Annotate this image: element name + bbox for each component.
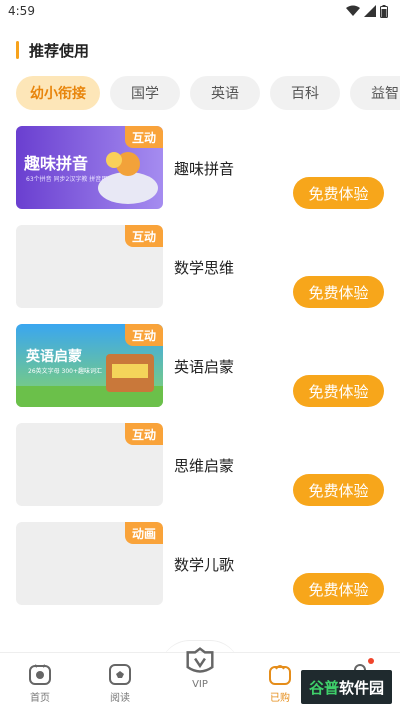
course-badge: 互动 [124,225,163,247]
section-header: 推荐使用 [0,36,400,64]
watermark: 谷普 软件园 [300,670,392,704]
course-name: 数学儿歌 [174,556,235,574]
status-bar: 4:59 [0,0,400,22]
section-title: 推荐使用 [29,41,90,60]
thumb-subtitle: 26英文字母 300+趣味词汇 [28,368,103,375]
course-badge: 互动 [124,324,163,346]
course-thumbnail[interactable]: 动画 [16,522,163,605]
nav-label: 已购 [270,693,290,704]
nav-label: 首页 [30,693,50,704]
tab-baike[interactable]: 百科 [270,76,340,110]
course-thumbnail[interactable]: 互动 [16,225,163,308]
course-item[interactable]: 互动 思维启蒙 免费体验 [0,421,400,520]
category-tabs: 幼小衔接 国学 英语 百科 益智 [0,76,400,112]
course-list: 趣味拼音 63个拼音 同步2汉字教 拼音用 互动 趣味拼音 免费体验 互动 数学… [0,124,400,619]
course-item[interactable]: 趣味拼音 63个拼音 同步2汉字教 拼音用 互动 趣味拼音 免费体验 [0,124,400,223]
nav-label: 阅读 [110,693,130,704]
battery-icon [380,4,388,18]
course-badge: 动画 [124,522,163,544]
status-icons [346,4,388,18]
tab-english[interactable]: 英语 [190,76,260,110]
course-item[interactable]: 英语启蒙 26英文字母 300+趣味词汇 互动 英语启蒙 免费体验 [0,322,400,421]
course-badge: 互动 [124,126,163,148]
nav-home[interactable]: 首页 [0,653,80,710]
wifi-icon [346,5,360,16]
free-trial-button[interactable]: 免费体验 [293,276,384,308]
course-name: 英语启蒙 [174,358,235,376]
home-icon [29,664,51,685]
title-accent-bar [16,41,19,59]
free-trial-button[interactable]: 免费体验 [293,474,384,506]
tab-guoxue[interactable]: 国学 [110,76,180,110]
course-item[interactable]: 互动 数学思维 免费体验 [0,223,400,322]
status-time: 4:59 [8,4,35,18]
watermark-part1: 谷普 [308,678,339,697]
course-name: 趣味拼音 [174,160,235,178]
signal-icon [364,5,376,17]
watermark-part2: 软件园 [338,678,384,697]
notification-dot [368,658,374,664]
course-thumbnail[interactable]: 趣味拼音 63个拼音 同步2汉字教 拼音用 互动 [16,126,163,209]
free-trial-button[interactable]: 免费体验 [293,177,384,209]
thumb-title: 英语启蒙 [26,349,82,365]
course-thumbnail[interactable]: 英语启蒙 26英文字母 300+趣味词汇 互动 [16,324,163,407]
read-icon [109,664,131,685]
free-trial-button[interactable]: 免费体验 [293,573,384,605]
course-name: 思维启蒙 [174,457,235,475]
thumb-title: 趣味拼音 [24,154,89,173]
course-item[interactable]: 动画 数学儿歌 免费体验 [0,520,400,619]
nav-label: VIP [192,679,208,690]
tab-youxiao[interactable]: 幼小衔接 [16,76,100,110]
course-badge: 互动 [124,423,163,445]
thumb-subtitle: 63个拼音 同步2汉字教 拼音用 [26,176,108,183]
vip-icon [186,647,214,673]
tab-yizhi[interactable]: 益智 [350,76,400,110]
course-thumbnail[interactable]: 互动 [16,423,163,506]
free-trial-button[interactable]: 免费体验 [293,375,384,407]
nav-read[interactable]: 阅读 [80,653,160,710]
course-name: 数学思维 [174,259,235,277]
nav-vip[interactable]: VIP [160,645,240,710]
purchased-icon [269,665,291,685]
